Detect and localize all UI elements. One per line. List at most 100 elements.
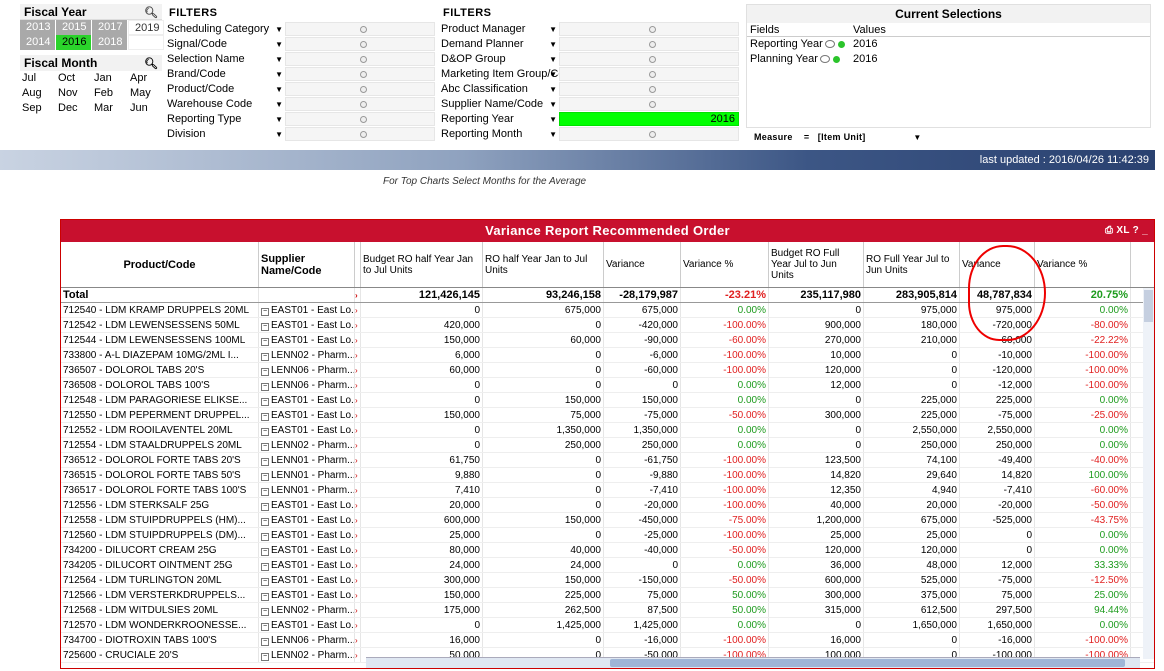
filter-label[interactable]: Abc Classification ▼ xyxy=(439,81,559,97)
filter-label[interactable]: D&OP Group ▼ xyxy=(439,51,559,67)
column-header[interactable]: RO Full Year Jul to Jun Units xyxy=(864,242,960,287)
chevron-down-icon[interactable]: ▼ xyxy=(275,112,283,127)
filter-label[interactable]: Product Manager ▼ xyxy=(439,21,559,37)
collapse-icon[interactable]: − xyxy=(261,653,269,661)
collapse-icon[interactable]: − xyxy=(261,443,269,451)
filter-label[interactable]: Scheduling Category ▼ xyxy=(165,21,285,37)
collapse-icon[interactable]: − xyxy=(261,398,269,406)
month-cell[interactable]: May xyxy=(128,86,164,101)
filter-value[interactable] xyxy=(559,52,739,66)
year-cell[interactable]: 2013 xyxy=(20,20,56,35)
eraser-icon[interactable] xyxy=(824,40,835,49)
filter-label[interactable]: Supplier Name/Code ▼ xyxy=(439,96,559,112)
filter-value[interactable]: 2016 xyxy=(559,112,739,126)
chevron-down-icon[interactable]: ▼ xyxy=(275,127,283,142)
filter-label[interactable]: Reporting Month ▼ xyxy=(439,126,559,142)
year-cell[interactable]: 2015 xyxy=(56,20,92,35)
month-cell[interactable]: Dec xyxy=(56,101,92,116)
filter-label[interactable]: Selection Name ▼ xyxy=(165,51,285,67)
filter-value[interactable] xyxy=(559,67,739,81)
collapse-icon[interactable]: − xyxy=(261,563,269,571)
filter-value[interactable] xyxy=(285,37,435,51)
filter-label[interactable]: Division ▼ xyxy=(165,126,285,142)
filter-label[interactable]: Reporting Type ▼ xyxy=(165,111,285,127)
collapse-icon[interactable]: − xyxy=(261,608,269,616)
collapse-icon[interactable]: − xyxy=(261,623,269,631)
report-toolbar-icons[interactable]: ⎙ XL ? _ xyxy=(1105,220,1148,242)
collapse-icon[interactable]: − xyxy=(261,458,269,466)
vertical-scrollbar[interactable] xyxy=(1143,288,1154,659)
month-cell[interactable]: Jul xyxy=(20,71,56,86)
search-icon[interactable]: 🔍︎ xyxy=(144,56,158,72)
filter-value[interactable] xyxy=(559,22,739,36)
filter-value[interactable] xyxy=(559,82,739,96)
column-header[interactable]: Supplier Name/Code xyxy=(259,242,355,287)
filter-value[interactable] xyxy=(285,52,435,66)
year-cell[interactable]: 2014 xyxy=(20,35,56,50)
chevron-down-icon[interactable]: ▼ xyxy=(275,37,283,52)
horizontal-scrollbar[interactable] xyxy=(366,657,1140,668)
scroll-thumb[interactable] xyxy=(1144,290,1153,322)
scroll-thumb[interactable] xyxy=(610,659,1125,667)
measure-selector[interactable]: Measure = [Item Unit] ▼ xyxy=(754,132,922,142)
column-header[interactable]: Variance xyxy=(604,242,681,287)
chevron-down-icon[interactable]: ▼ xyxy=(549,67,557,82)
filter-value[interactable] xyxy=(285,127,435,141)
filter-value[interactable] xyxy=(285,22,435,36)
month-cell[interactable]: Jan xyxy=(92,71,128,86)
collapse-icon[interactable]: − xyxy=(261,638,269,646)
chevron-down-icon[interactable]: ▼ xyxy=(275,97,283,112)
chevron-down-icon[interactable]: ▼ xyxy=(913,133,921,142)
chevron-down-icon[interactable]: ▼ xyxy=(275,22,283,37)
filter-value[interactable] xyxy=(559,37,739,51)
collapse-icon[interactable]: − xyxy=(261,368,269,376)
month-cell[interactable]: Apr xyxy=(128,71,164,86)
filter-label[interactable]: Brand/Code ▼ xyxy=(165,66,285,82)
collapse-icon[interactable]: − xyxy=(261,323,269,331)
collapse-icon[interactable]: − xyxy=(261,353,269,361)
collapse-icon[interactable]: − xyxy=(261,593,269,601)
year-cell[interactable]: 2019 xyxy=(128,20,164,35)
chevron-down-icon[interactable]: ▼ xyxy=(549,97,557,112)
filter-value[interactable] xyxy=(559,97,739,111)
month-cell[interactable]: Sep xyxy=(20,101,56,116)
chevron-down-icon[interactable]: ▼ xyxy=(275,67,283,82)
report-icons-text[interactable]: XL ? _ xyxy=(1116,225,1148,236)
collapse-icon[interactable]: − xyxy=(261,488,269,496)
chevron-down-icon[interactable]: ▼ xyxy=(549,82,557,97)
column-header[interactable]: Variance % xyxy=(681,242,769,287)
collapse-icon[interactable]: − xyxy=(261,578,269,586)
chevron-down-icon[interactable]: ▼ xyxy=(549,22,557,37)
chevron-down-icon[interactable]: ▼ xyxy=(549,127,557,142)
year-cell[interactable]: 2017 xyxy=(92,20,128,35)
filter-value[interactable] xyxy=(285,82,435,96)
month-cell[interactable]: Jun xyxy=(128,101,164,116)
year-cell[interactable]: 2018 xyxy=(92,35,128,50)
year-cell[interactable] xyxy=(128,35,164,50)
filter-label[interactable]: Warehouse Code ▼ xyxy=(165,96,285,112)
filter-value[interactable] xyxy=(559,127,739,141)
chevron-down-icon[interactable]: ▼ xyxy=(549,37,557,52)
column-header[interactable]: Variance % xyxy=(1035,242,1131,287)
filter-label[interactable]: Demand Planner ▼ xyxy=(439,36,559,52)
collapse-icon[interactable]: − xyxy=(261,473,269,481)
search-icon[interactable]: 🔍︎ xyxy=(144,5,158,21)
collapse-icon[interactable]: − xyxy=(261,428,269,436)
chevron-down-icon[interactable]: ▼ xyxy=(549,52,557,67)
eraser-icon[interactable] xyxy=(819,55,830,64)
filter-value[interactable] xyxy=(285,67,435,81)
month-cell[interactable]: Aug xyxy=(20,86,56,101)
chevron-down-icon[interactable]: ▼ xyxy=(275,52,283,67)
filter-label[interactable]: Signal/Code ▼ xyxy=(165,36,285,52)
chevron-down-icon[interactable]: ▼ xyxy=(549,112,557,127)
collapse-icon[interactable]: − xyxy=(261,518,269,526)
column-header[interactable]: Budget RO half Year Jan to Jul Units xyxy=(361,242,483,287)
collapse-icon[interactable]: − xyxy=(261,503,269,511)
collapse-icon[interactable]: − xyxy=(261,338,269,346)
column-header[interactable]: RO half Year Jan to Jul Units xyxy=(483,242,604,287)
month-cell[interactable]: Oct xyxy=(56,71,92,86)
collapse-icon[interactable]: − xyxy=(261,383,269,391)
month-cell[interactable]: Mar xyxy=(92,101,128,116)
collapse-icon[interactable]: − xyxy=(261,413,269,421)
filter-label[interactable]: Reporting Year ▼ xyxy=(439,111,559,127)
